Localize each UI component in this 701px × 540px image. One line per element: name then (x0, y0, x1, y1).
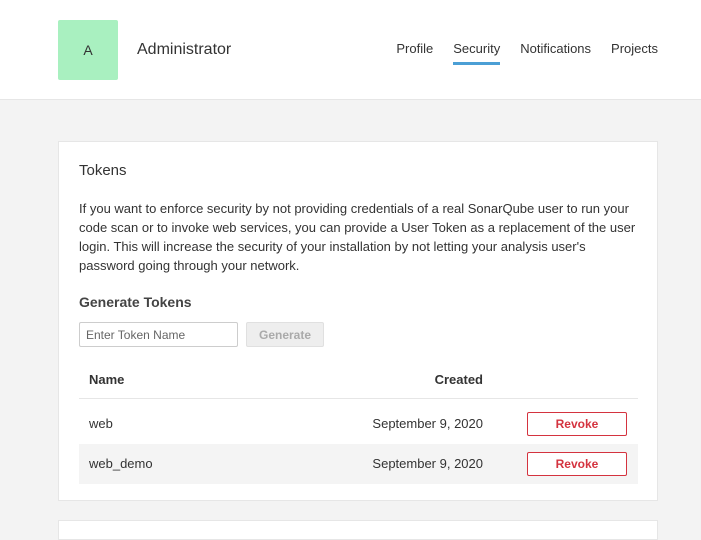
tokens-panel: Tokens If you want to enforce security b… (58, 141, 658, 501)
tab-notifications[interactable]: Notifications (520, 40, 591, 65)
token-name-input[interactable] (79, 322, 238, 347)
tab-projects[interactable]: Projects (611, 40, 658, 65)
token-name: web_demo (89, 456, 153, 471)
avatar-letter: A (83, 42, 93, 58)
account-nav: Profile Security Notifications Projects (396, 40, 658, 65)
user-name: Administrator (137, 41, 232, 58)
revoke-button[interactable]: Revoke (527, 412, 627, 436)
tokens-title: Tokens (79, 162, 127, 179)
tab-profile[interactable]: Profile (396, 40, 433, 65)
tokens-description: If you want to enforce security by not p… (79, 201, 636, 273)
generate-tokens-title: Generate Tokens (79, 294, 192, 310)
tab-security[interactable]: Security (453, 40, 501, 65)
token-created-date: September 9, 2020 (372, 456, 483, 471)
tokens-table: Name Created web September 9, 2020 Revok… (79, 364, 638, 484)
account-header: A Administrator Profile Security Notific… (0, 0, 701, 100)
table-row: web_demo September 9, 2020 Revoke (79, 444, 638, 484)
next-panel (58, 520, 658, 540)
token-name: web (89, 416, 113, 431)
table-header: Name Created (79, 364, 638, 399)
token-created-date: September 9, 2020 (372, 416, 483, 431)
column-header-name: Name (89, 372, 125, 387)
table-row: web September 9, 2020 Revoke (79, 404, 638, 444)
revoke-button[interactable]: Revoke (527, 452, 627, 476)
avatar: A (58, 20, 118, 80)
column-header-created: Created (434, 372, 483, 387)
generate-button[interactable]: Generate (246, 322, 324, 347)
